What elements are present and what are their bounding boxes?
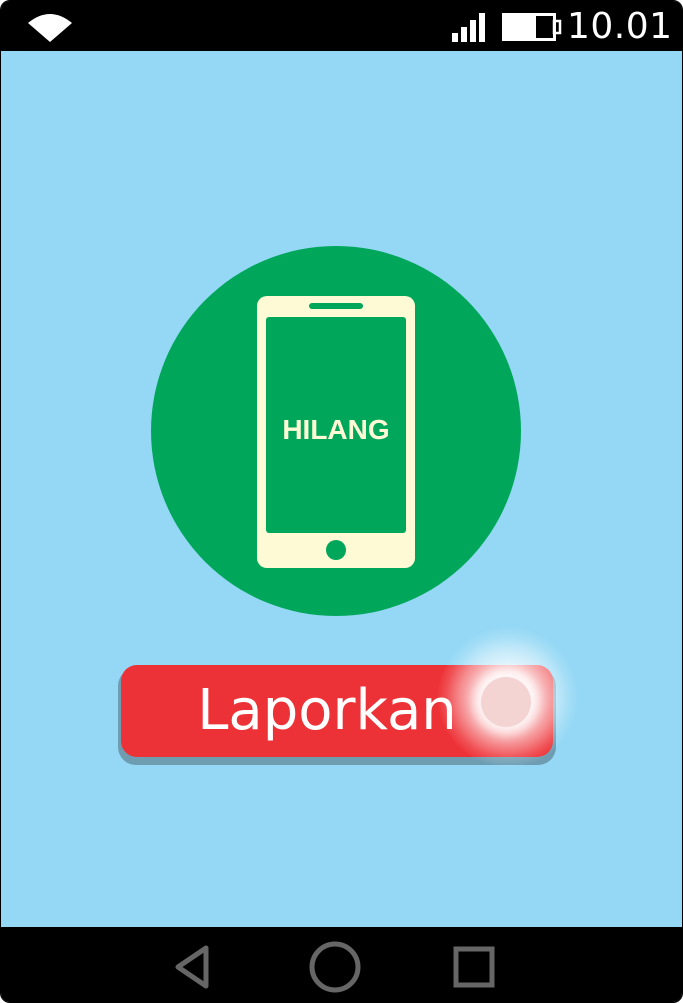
recent-apps-icon[interactable] [446,939,502,995]
home-icon[interactable] [307,939,363,995]
battery-icon [502,13,562,41]
status-bar: 10.01 [1,1,682,51]
navigation-bar [1,927,682,1002]
main-content: HILANG Laporkan [1,51,682,927]
back-icon[interactable] [166,939,222,995]
signal-icon [452,13,485,42]
touch-indicator [481,677,531,727]
phone-screen-label: HILANG [282,414,390,445]
status-time: 10.01 [567,6,673,47]
phone-screen: 10.01 HILANG Laporkan [0,0,683,1003]
wifi-icon [28,14,72,42]
